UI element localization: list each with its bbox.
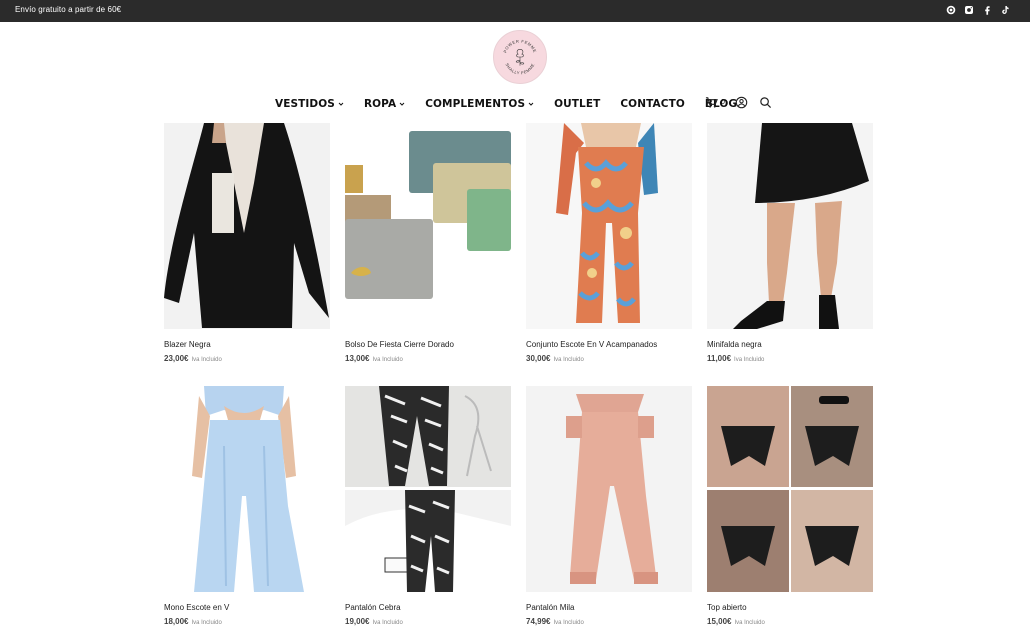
product-card[interactable]: Conjunto Escote En V Acampanados 30,00€ I… [526,123,692,363]
tax-note: Iva Incluido [191,357,222,363]
product-price: 74,99€ Iva Incluido [526,617,584,626]
product-card[interactable]: Mono Escote en V 18,00€ Iva Incluido [164,386,330,626]
brand-logo[interactable]: POWER FEMME SHALLY FEMME [493,30,547,84]
nav-item-outlet[interactable]: OUTLET [554,98,600,110]
product-card[interactable]: Minifalda negra 11,00€ Iva Incluido [707,123,873,363]
account-icon[interactable] [735,95,749,109]
product-name[interactable]: Pantalón Cebra [345,603,511,612]
main-navigation: VESTIDOS ROPA COMPLEMENTOS OUTLET CONTAC… [275,96,757,112]
tax-note: Iva Incluido [734,620,765,626]
cart-icon [705,95,719,109]
nav-item-ropa[interactable]: ROPA [364,98,405,110]
product-price: 11,00€ Iva Incluido [707,354,765,363]
product-name[interactable]: Blazer Negra [164,340,330,349]
tax-note: Iva Incluido [372,620,403,626]
product-name[interactable]: Pantalón Mila [526,603,692,612]
tax-note: Iva Incluido [372,357,403,363]
tax-note: Iva Incluido [553,620,584,626]
cart-button[interactable]: 0 [705,95,725,109]
nav-item-vestidos[interactable]: VESTIDOS [275,98,344,110]
product-image-minifalda[interactable] [707,123,873,329]
chevron-down-icon [399,101,405,107]
nav-item-complementos[interactable]: COMPLEMENTOS [425,98,534,110]
product-price: 15,00€ Iva Incluido [707,617,765,626]
cart-count-badge: 0 [721,98,725,106]
product-card[interactable]: Pantalón Mila 74,99€ Iva Incluido [526,386,692,626]
product-image-top-abierto[interactable] [707,386,873,592]
search-icon[interactable] [759,95,773,109]
product-card[interactable]: Blazer Negra 23,00€ Iva Incluido [164,123,330,363]
nav-item-contacto[interactable]: CONTACTO [620,98,685,110]
product-name[interactable]: Top abierto [707,603,873,612]
rose-icon [515,49,525,66]
product-name[interactable]: Bolso De Fiesta Cierre Dorado [345,340,511,349]
product-image-blazer[interactable] [164,123,330,329]
product-image-conjunto[interactable] [526,123,692,329]
instagram-icon[interactable] [964,5,974,15]
product-price: 23,00€ Iva Incluido [164,354,222,363]
tax-note: Iva Incluido [191,620,222,626]
whatsapp-icon[interactable] [946,5,956,15]
product-price: 18,00€ Iva Incluido [164,617,222,626]
chevron-down-icon [528,101,534,107]
product-card[interactable]: Bolso De Fiesta Cierre Dorado 13,00€ Iva … [345,123,511,363]
product-price: 19,00€ Iva Incluido [345,617,403,626]
top-announcement-bar: Envío gratuito a partir de 60€ [0,0,1030,22]
product-image-bolso[interactable] [345,123,511,329]
product-name[interactable]: Minifalda negra [707,340,873,349]
product-image-pantalon-mila[interactable] [526,386,692,592]
chevron-down-icon [338,101,344,107]
product-card[interactable]: Pantalón Cebra 19,00€ Iva Incluido [345,386,511,626]
tiktok-icon[interactable] [1000,5,1010,15]
product-name[interactable]: Mono Escote en V [164,603,330,612]
product-card[interactable]: Top abierto 15,00€ Iva Incluido [707,386,873,626]
free-shipping-promo: Envío gratuito a partir de 60€ [15,5,122,14]
product-price: 13,00€ Iva Incluido [345,354,403,363]
product-image-pantalon-cebra[interactable] [345,386,511,592]
social-links [946,5,1010,15]
facebook-icon[interactable] [982,5,992,15]
product-name[interactable]: Conjunto Escote En V Acampanados [526,340,692,349]
header-actions: 0 [705,95,773,109]
product-price: 30,00€ Iva Incluido [526,354,584,363]
logo-top-text: POWER FEMME [502,39,537,54]
tax-note: Iva Incluido [734,357,765,363]
svg-text:POWER FEMME: POWER FEMME [502,39,537,54]
product-image-mono[interactable] [164,386,330,592]
tax-note: Iva Incluido [553,357,584,363]
